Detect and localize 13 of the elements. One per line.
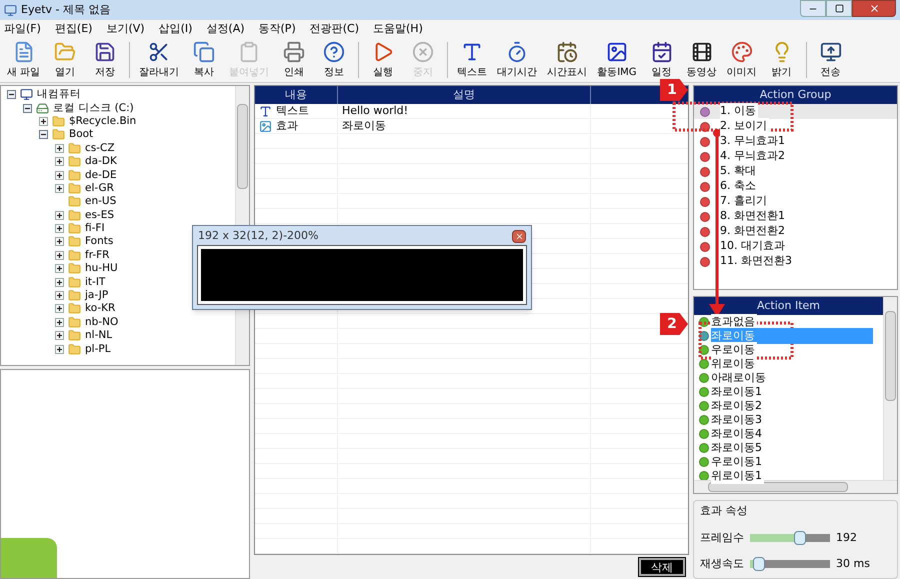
panel-header: Action Item — [694, 297, 883, 315]
slider-label: 프레임수 — [700, 530, 744, 546]
table-cell-text: 효과 — [276, 118, 298, 134]
slider-value: 30 ms — [836, 556, 870, 572]
table-cell-text: 좌로이동 — [342, 118, 386, 134]
window-title: Eyetv - 제목 없음 — [21, 2, 111, 18]
slider-value: 192 — [836, 530, 857, 546]
preview-window-title: 192 x 32(12, 2)-200% — [198, 228, 318, 244]
group-title: 효과 속성 — [700, 503, 748, 519]
slider-label: 재생속도 — [700, 556, 744, 572]
table-cell-text: Hello world! — [342, 102, 408, 119]
table-cell-text: 텍스트 — [276, 102, 309, 119]
panel-header: Action Group — [694, 86, 897, 104]
